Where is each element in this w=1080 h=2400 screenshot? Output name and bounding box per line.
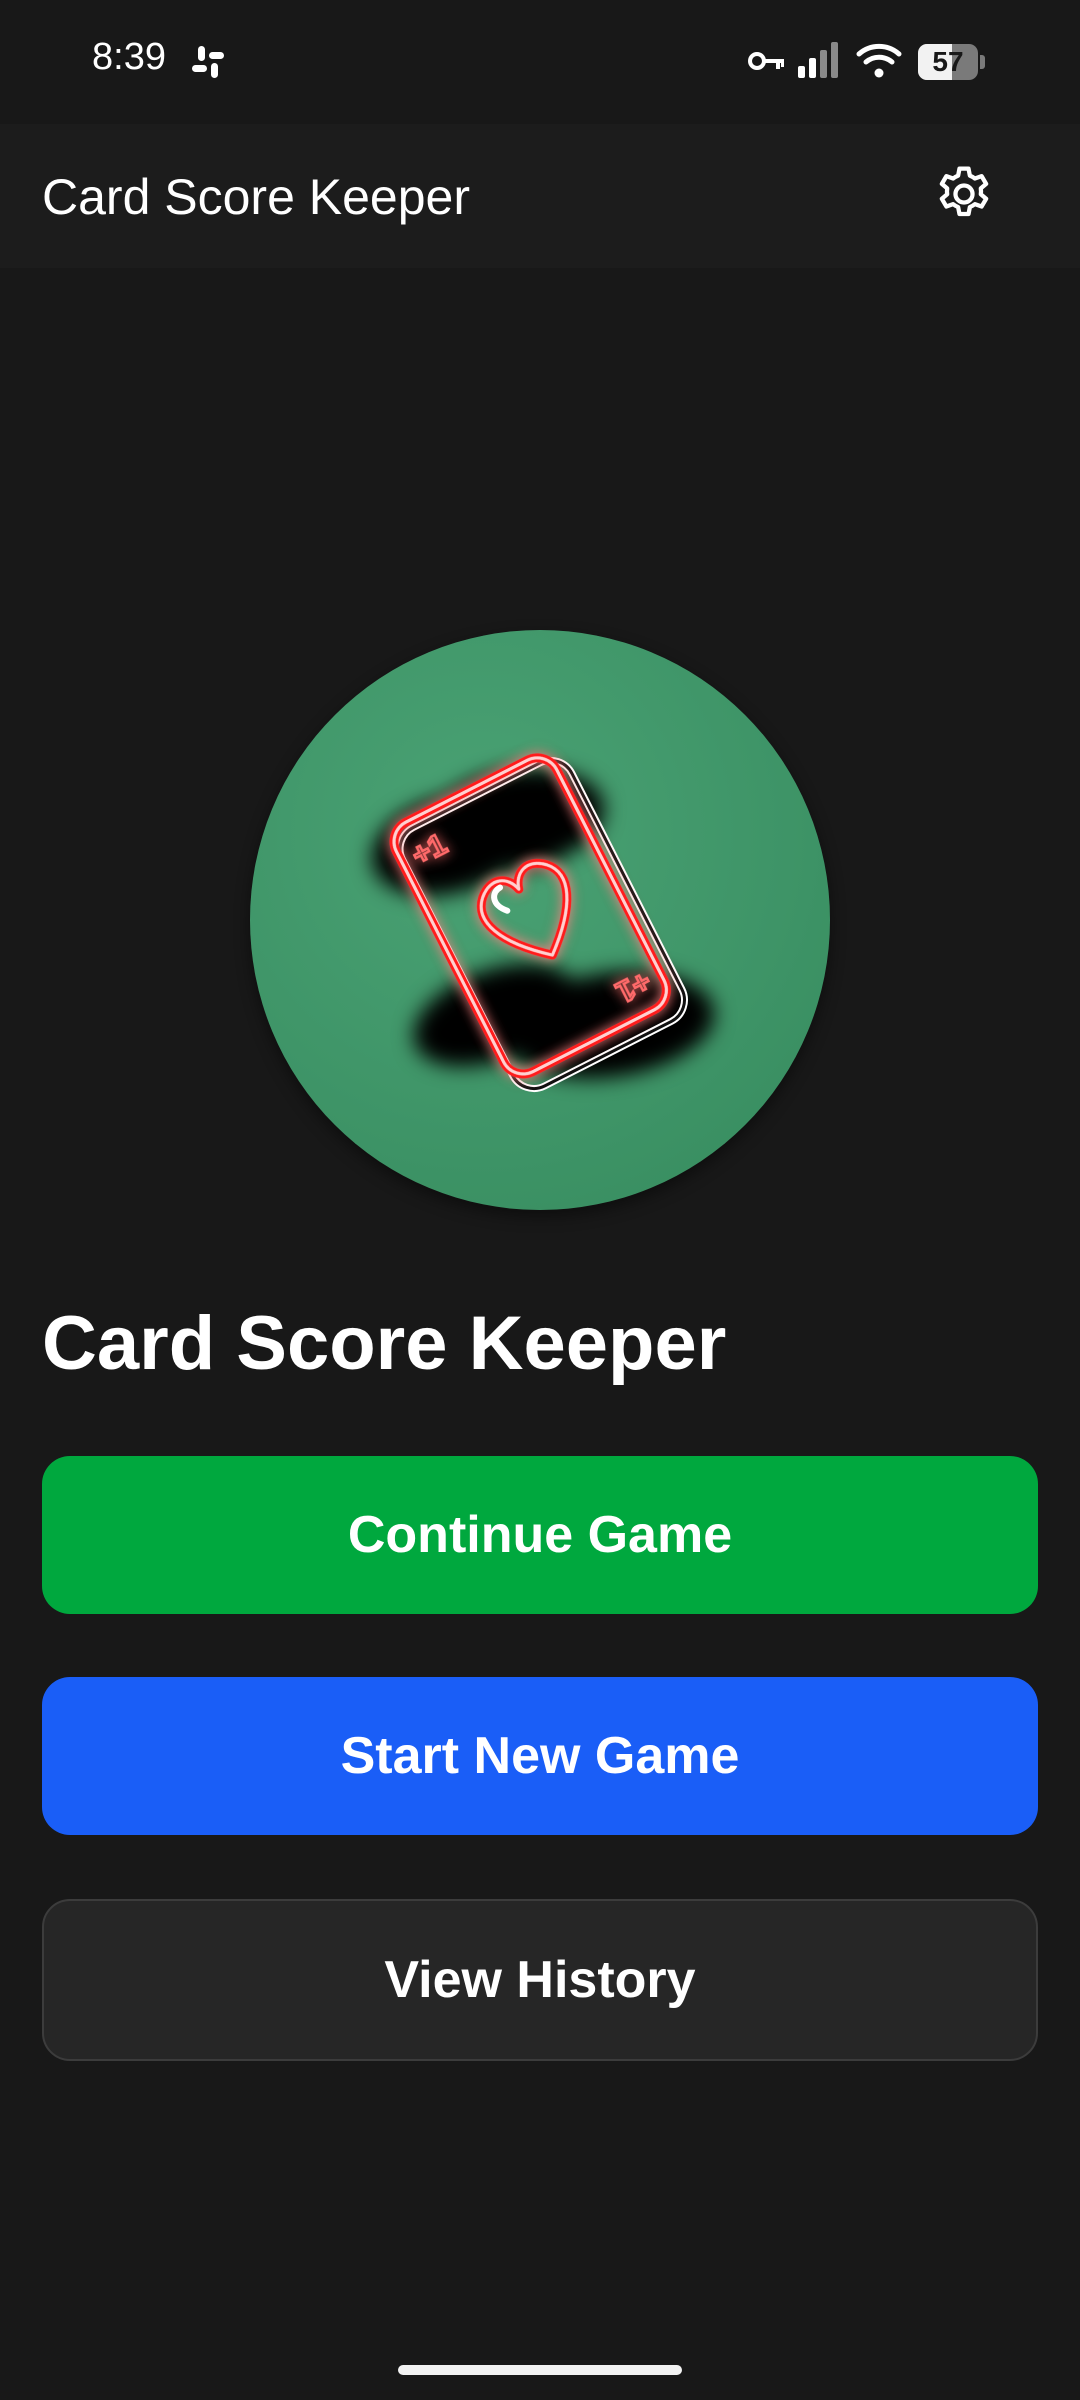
status-bar: 8:39 57 [0,0,1080,124]
home-indicator[interactable] [398,2365,682,2375]
start-new-game-button[interactable]: Start New Game [42,1677,1038,1835]
app-logo: +1 +1 [250,630,830,1210]
continue-game-button[interactable]: Continue Game [42,1456,1038,1614]
vpn-key-icon [748,52,784,70]
battery-icon: 57 [918,44,988,80]
settings-button[interactable] [928,158,1000,230]
app-bar-title: Card Score Keeper [42,169,471,225]
page-title: Card Score Keeper [42,1301,727,1386]
slack-icon [192,46,224,78]
neon-heart-playing-card-icon: +1 +1 [371,753,715,1093]
cellular-signal-icon [798,42,838,78]
start-new-game-label: Start New Game [340,1727,740,1785]
app-bar: Card Score Keeper [0,124,1080,268]
battery-level: 57 [932,46,964,77]
continue-game-label: Continue Game [347,1506,733,1564]
wifi-icon [856,43,902,78]
view-history-button[interactable]: View History [42,1899,1038,2061]
status-time: 8:39 [92,36,166,78]
view-history-label: View History [384,1951,696,2009]
gear-icon [939,166,989,217]
